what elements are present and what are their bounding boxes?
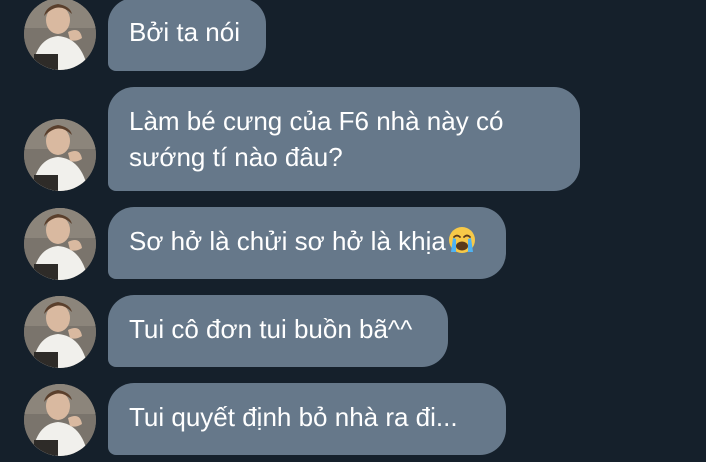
message-row: Bởi ta nói [0,0,706,72]
message-row: Tui quyết định bỏ nhà ra đi... [0,383,706,456]
message-text: Bởi ta nói [129,17,240,47]
message-text-line: Làm bé cưng của F6 nhà này có [129,106,504,136]
avatar[interactable] [24,208,96,280]
message-bubble[interactable]: Tui quyết định bỏ nhà ra đi... [108,383,506,455]
avatar-photo-icon [24,0,96,70]
message-bubble[interactable]: Tui cô đơn tui buồn bã^^ [108,295,448,367]
message-bubble[interactable]: Bởi ta nói [108,0,266,71]
avatar[interactable] [24,0,96,70]
message-row: Làm bé cưng của F6 nhà này có sướng tí n… [0,87,706,191]
avatar[interactable] [24,119,96,191]
message-bubble[interactable]: Sơ hở là chửi sơ hở là khịa [108,207,506,279]
message-text-line: sướng tí nào đâu? [129,142,343,172]
message-text: Sơ hở là chửi sơ hở là khịa [129,226,446,256]
message-bubble[interactable]: Làm bé cưng của F6 nhà này có sướng tí n… [108,87,580,191]
message-text: Tui quyết định bỏ nhà ra đi... [129,402,458,432]
avatar-photo-icon [24,384,96,456]
avatar[interactable] [24,384,96,456]
message-text: Tui cô đơn tui buồn bã^^ [129,314,413,344]
avatar-photo-icon [24,208,96,280]
avatar[interactable] [24,296,96,368]
message-row: Tui cô đơn tui buồn bã^^ [0,295,706,368]
message-row: Sơ hở là chửi sơ hở là khịa [0,207,706,280]
avatar-photo-icon [24,119,96,191]
avatar-photo-icon [24,296,96,368]
chat-thread: Bởi ta nói Làm bé cưng của F6 nhà này có… [0,0,706,462]
loudly-crying-face-emoji-icon [447,225,477,255]
